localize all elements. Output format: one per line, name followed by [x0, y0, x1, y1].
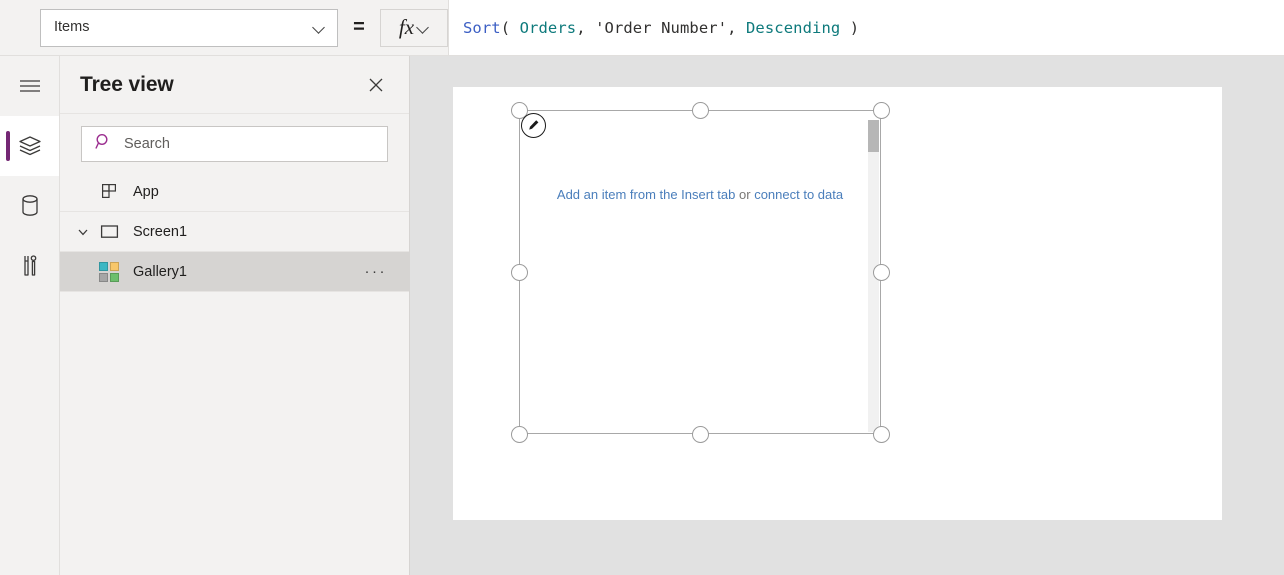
search-container: Search — [60, 114, 409, 172]
property-dropdown[interactable]: Items — [40, 9, 338, 47]
sidebar-item-label: Screen1 — [133, 224, 387, 240]
tree-view-panel: Tree view — [60, 56, 410, 575]
tree-view-header: Tree view — [60, 56, 409, 114]
resize-handle-top-right[interactable] — [873, 102, 890, 119]
formula-input[interactable]: Sort( Orders, 'Order Number', Descending… — [448, 0, 1284, 55]
hamburger-menu-icon[interactable] — [0, 56, 59, 116]
chevron-down-icon — [417, 22, 429, 34]
screen-icon — [96, 223, 122, 240]
search-input[interactable]: Search — [81, 126, 388, 162]
chevron-down-icon — [313, 22, 325, 34]
insert-tab-link[interactable]: Add an item from the Insert tab — [557, 187, 735, 202]
formula-token-function: Sort — [463, 19, 501, 37]
sidebar-item-label: App — [133, 184, 387, 200]
fx-glyph: fx — [399, 17, 414, 38]
tree-item-list: App Screen1 Gallery1··· — [60, 172, 409, 575]
left-rail — [0, 56, 60, 575]
studio-body: Tree view — [0, 56, 1284, 575]
data-sources-icon[interactable] — [0, 176, 59, 236]
property-dropdown-value: Items — [54, 20, 89, 35]
tree-view-icon[interactable] — [0, 116, 59, 176]
formula-token-plain: , — [727, 19, 746, 37]
insert-tools-icon[interactable] — [0, 236, 59, 296]
gallery-control[interactable]: Add an item from the Insert tab or conne… — [519, 110, 881, 434]
power-apps-studio: Items = fx Sort( Orders, 'Order Number',… — [0, 0, 1284, 575]
formula-text: Sort( Orders, 'Order Number', Descending… — [463, 19, 859, 37]
formula-token-string: 'Order Number' — [595, 19, 727, 37]
resize-handle-bottom-right[interactable] — [873, 426, 890, 443]
gallery-icon — [96, 262, 122, 282]
resize-handle-bottom-center[interactable] — [692, 426, 709, 443]
overflow-menu-icon[interactable]: ··· — [365, 264, 388, 279]
fx-button[interactable]: fx — [380, 9, 448, 47]
formula-token-plain: , — [576, 19, 595, 37]
search-placeholder: Search — [124, 136, 170, 152]
resize-handle-top-center[interactable] — [692, 102, 709, 119]
sidebar-item-app[interactable]: App — [60, 172, 409, 212]
canvas-area[interactable]: Add an item from the Insert tab or conne… — [410, 56, 1284, 575]
app-screen[interactable]: Add an item from the Insert tab or conne… — [453, 87, 1222, 520]
resize-handle-middle-left[interactable] — [511, 264, 528, 281]
equals-sign: = — [338, 16, 380, 39]
sidebar-item-screen1[interactable]: Screen1 — [60, 212, 409, 252]
formula-token-plain: ) — [840, 19, 859, 37]
connect-to-data-link[interactable]: connect to data — [754, 187, 843, 202]
formula-token-identifier: Descending — [746, 19, 840, 37]
app-icon — [96, 183, 122, 200]
sidebar-item-label: Gallery1 — [133, 264, 365, 280]
pencil-icon[interactable] — [521, 113, 546, 138]
formula-token-plain: ( — [501, 19, 520, 37]
resize-handle-bottom-left[interactable] — [511, 426, 528, 443]
sidebar-item-gallery1[interactable]: Gallery1··· — [60, 252, 409, 292]
resize-handle-middle-right[interactable] — [873, 264, 890, 281]
formula-token-identifier: Orders — [520, 19, 577, 37]
search-icon — [95, 133, 112, 155]
gallery-scrollbar-thumb[interactable] — [868, 120, 879, 152]
gallery-placeholder: Add an item from the Insert tab or conne… — [520, 187, 880, 202]
formula-bar: Items = fx Sort( Orders, 'Order Number',… — [0, 0, 1284, 56]
page-title: Tree view — [80, 73, 174, 97]
close-icon[interactable] — [363, 72, 389, 98]
chevron-down-icon[interactable] — [70, 226, 96, 238]
placeholder-conjunction: or — [735, 187, 754, 202]
